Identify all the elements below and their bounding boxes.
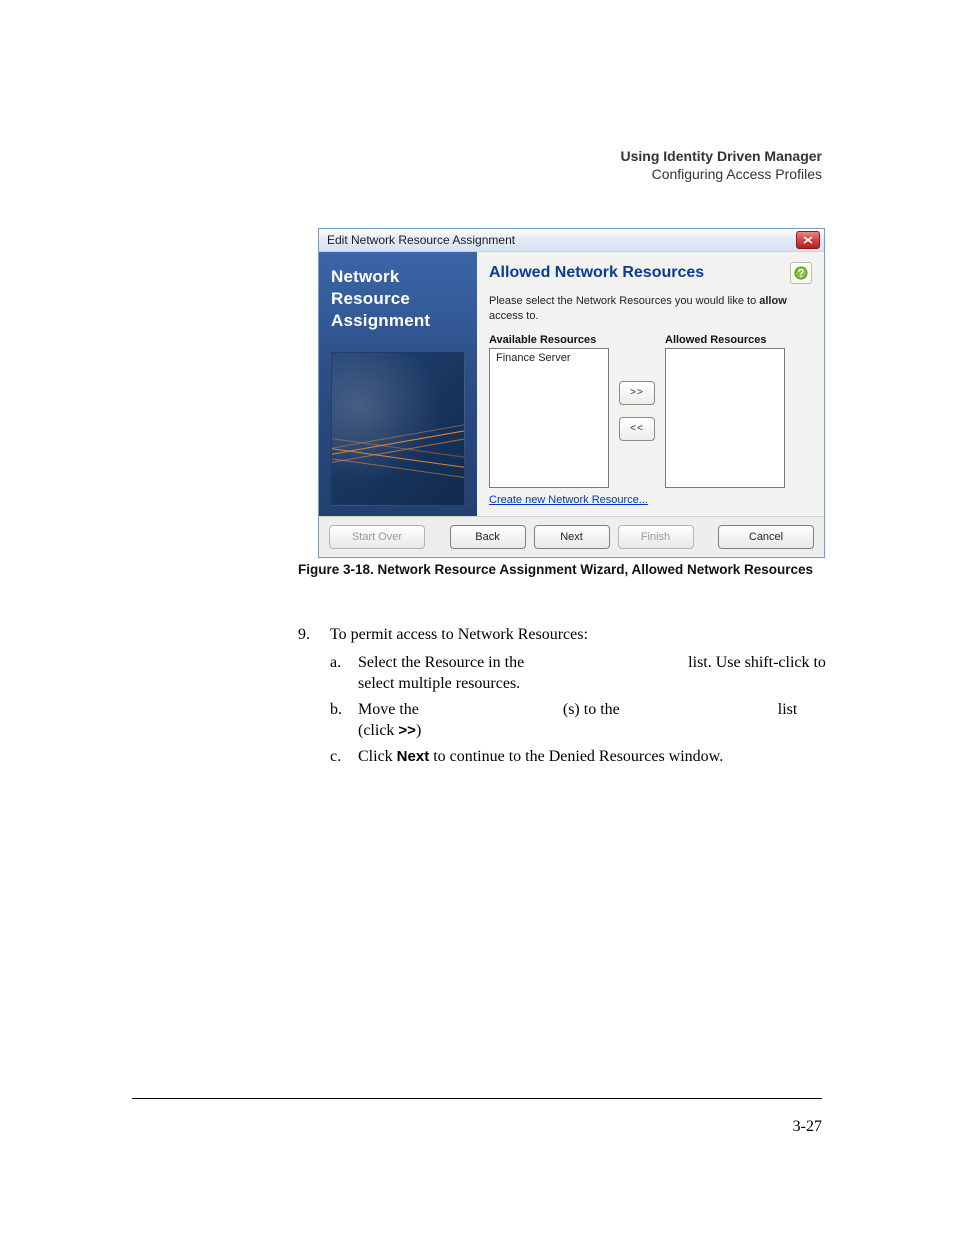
allowed-label: Allowed Resources — [665, 334, 785, 346]
footer-rule — [132, 1098, 822, 1099]
dialog-titlebar: Edit Network Resource Assignment — [319, 229, 824, 252]
next-button[interactable]: Next — [534, 525, 610, 549]
substep-label: a. — [330, 652, 358, 695]
allowed-resources-list[interactable] — [665, 348, 785, 488]
close-icon[interactable] — [796, 231, 820, 249]
list-item[interactable]: Finance Server — [494, 351, 604, 365]
finish-button[interactable]: Finish — [618, 525, 694, 549]
dialog-window: Edit Network Resource Assignment Network… — [318, 228, 825, 558]
sidebar-title: Network Resource Assignment — [331, 266, 465, 332]
substep-b: Move the (s) to the list (click >>) — [358, 699, 840, 742]
back-button[interactable]: Back — [450, 525, 526, 549]
dialog-title-text: Edit Network Resource Assignment — [327, 229, 515, 251]
help-icon[interactable] — [790, 262, 812, 284]
dialog-main: Allowed Network Resources Please select … — [477, 252, 824, 516]
figure: Edit Network Resource Assignment Network… — [318, 228, 823, 577]
substep-c: Click Next to continue to the Denied Res… — [358, 746, 840, 768]
header-title: Using Identity Driven Manager — [621, 148, 822, 164]
available-resources-list[interactable]: Finance Server — [489, 348, 609, 488]
instruction-block: 9. To permit access to Network Resources… — [300, 624, 840, 772]
move-right-button[interactable]: >> — [619, 381, 655, 405]
running-header: Using Identity Driven Manager Configurin… — [621, 148, 822, 182]
figure-caption: Figure 3-18. Network Resource Assignment… — [298, 562, 838, 577]
cancel-button[interactable]: Cancel — [718, 525, 814, 549]
dialog-footer: Start Over Back Next Finish Cancel — [319, 516, 824, 557]
substep-a: Select the Resource in the list. Use shi… — [358, 652, 840, 695]
move-left-button[interactable]: << — [619, 417, 655, 441]
panel-heading: Allowed Network Resources — [489, 264, 704, 282]
create-new-resource-link[interactable]: Create new Network Resource... — [489, 494, 812, 506]
start-over-button[interactable]: Start Over — [329, 525, 425, 549]
page-number: 3-27 — [793, 1118, 822, 1136]
panel-instruction: Please select the Network Resources you … — [489, 294, 812, 324]
header-subtitle: Configuring Access Profiles — [621, 166, 822, 182]
sidebar-decorative-image — [331, 352, 465, 505]
substep-label: b. — [330, 699, 358, 742]
dialog-sidebar: Network Resource Assignment — [319, 252, 477, 516]
step-number: 9. — [298, 624, 310, 646]
step-lead: To permit access to Network Resources: — [330, 624, 840, 646]
available-label: Available Resources — [489, 334, 609, 346]
substep-label: c. — [330, 746, 358, 768]
